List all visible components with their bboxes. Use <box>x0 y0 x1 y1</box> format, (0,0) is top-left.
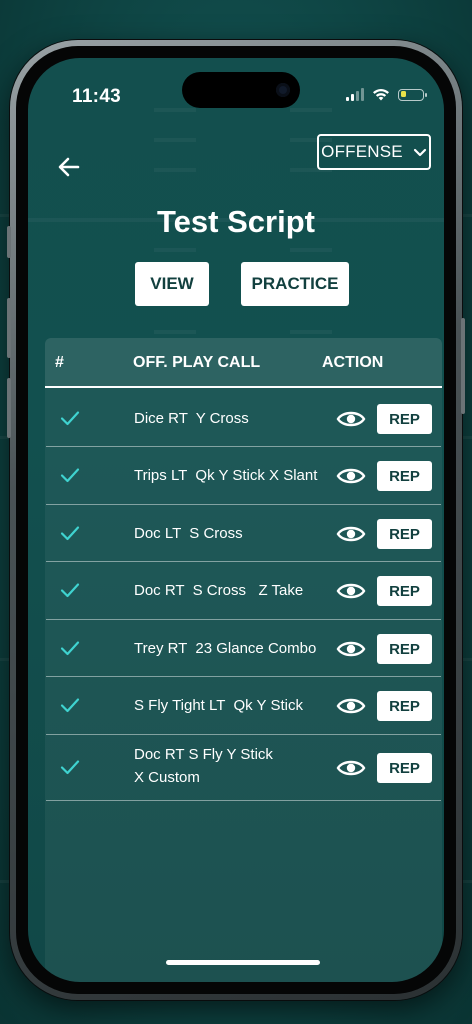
practice-button[interactable]: PRACTICE <box>241 262 349 306</box>
check-icon <box>60 698 80 713</box>
table-row: Doc LT S Cross REP <box>46 505 441 562</box>
arrow-left-icon[interactable] <box>56 154 82 180</box>
play-call-text: Dice RT Y Cross <box>134 410 249 427</box>
page-title: Test Script <box>157 204 315 239</box>
volume-down-button <box>7 378 11 438</box>
play-call-text: Doc LT S Cross <box>134 525 243 542</box>
check-icon <box>60 641 80 656</box>
check-icon <box>60 411 80 426</box>
dynamic-island <box>182 72 300 108</box>
play-call-text: Doc RT S Fly Y Stick X Custom <box>134 746 278 786</box>
battery-icon <box>398 88 427 101</box>
rep-button[interactable]: REP <box>377 576 432 606</box>
column-header-action: ACTION <box>322 354 384 371</box>
column-header-number: # <box>55 354 64 371</box>
rep-button[interactable]: REP <box>377 461 432 491</box>
table-row: Trips LT Qk Y Stick X Slant REP <box>46 447 441 505</box>
eye-icon[interactable] <box>336 408 366 430</box>
eye-icon[interactable] <box>336 757 366 779</box>
status-icons <box>346 88 427 101</box>
table-row: S Fly Tight LT Qk Y Stick REP <box>46 677 441 735</box>
eye-icon[interactable] <box>336 465 366 487</box>
play-call-text: Trey RT 23 Glance Combo <box>134 640 317 657</box>
volume-up-button <box>7 298 11 358</box>
eye-icon[interactable] <box>336 580 366 602</box>
page-background: 11:43 OFFENSE Test Script VIEW PRACTICE … <box>0 0 472 1024</box>
table-row: Trey RT 23 Glance Combo REP <box>46 620 441 677</box>
power-button <box>461 318 465 414</box>
eye-icon[interactable] <box>336 638 366 660</box>
play-script-table: # OFF. PLAY CALL ACTION Dice RT Y Cross … <box>45 338 442 982</box>
rep-button[interactable]: REP <box>377 753 432 783</box>
app-screen: 11:43 OFFENSE Test Script VIEW PRACTICE … <box>28 58 444 982</box>
check-icon <box>60 583 80 598</box>
home-indicator[interactable] <box>166 960 320 965</box>
status-time: 11:43 <box>72 86 122 107</box>
play-call-text: Doc RT S Cross Z Take <box>134 582 304 599</box>
eye-icon[interactable] <box>336 523 366 545</box>
chevron-down-icon <box>413 148 426 156</box>
phone-frame: 11:43 OFFENSE Test Script VIEW PRACTICE … <box>7 40 465 1000</box>
phone-bezel: 11:43 OFFENSE Test Script VIEW PRACTICE … <box>16 46 456 994</box>
eye-icon[interactable] <box>336 695 366 717</box>
play-call-text: S Fly Tight LT Qk Y Stick <box>134 697 303 714</box>
column-header-play-call: OFF. PLAY CALL <box>133 354 261 371</box>
rep-button[interactable]: REP <box>377 519 432 549</box>
rep-button[interactable]: REP <box>377 691 432 721</box>
view-button[interactable]: VIEW <box>135 262 209 306</box>
check-icon <box>60 526 80 541</box>
camera-icon <box>276 83 290 97</box>
mode-select-dropdown[interactable]: OFFENSE <box>317 134 431 170</box>
table-row: Dice RT Y Cross REP <box>46 390 441 447</box>
table-row: Doc RT S Fly Y Stick X Custom REP <box>46 735 441 801</box>
play-call-text: Trips LT Qk Y Stick X Slant <box>134 467 318 484</box>
check-icon <box>60 760 80 775</box>
rep-button[interactable]: REP <box>377 404 432 434</box>
table-header: # OFF. PLAY CALL ACTION <box>45 338 442 388</box>
cellular-signal-icon <box>346 88 364 101</box>
check-icon <box>60 468 80 483</box>
mute-switch <box>7 226 11 258</box>
wifi-icon <box>373 89 389 101</box>
mode-select-label: OFFENSE <box>321 142 403 161</box>
table-row: Doc RT S Cross Z Take REP <box>46 562 441 620</box>
rep-button[interactable]: REP <box>377 634 432 664</box>
